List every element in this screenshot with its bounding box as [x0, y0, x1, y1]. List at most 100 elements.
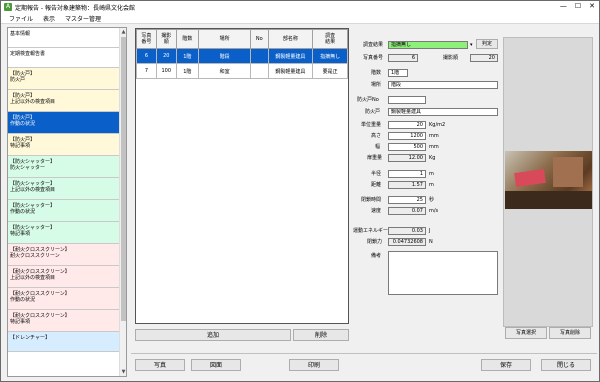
- table-cell: 和室: [198, 63, 252, 79]
- sidebar-item-label: 上記以外の検査項目: [10, 99, 56, 105]
- chevron-down-icon[interactable]: ▾: [470, 41, 473, 49]
- drawing-button[interactable]: 図面: [191, 359, 241, 371]
- radius-unit: m: [429, 171, 434, 177]
- sidebar-item[interactable]: 基本情報: [8, 28, 120, 48]
- close-time-field[interactable]: 25: [388, 196, 426, 204]
- unit-weight-unit: Kg/m2: [429, 122, 446, 128]
- sidebar-item-label: 【ドレンチャー】: [10, 335, 50, 341]
- distance-field: 1.57: [388, 181, 426, 189]
- sidebar-item[interactable]: 【防火戸】 上記以外の検査項目: [8, 90, 120, 112]
- floor-field[interactable]: 1階: [388, 69, 408, 77]
- close-force-field: 0.04732608: [388, 238, 426, 246]
- place-label: 場所: [371, 82, 382, 88]
- column-header[interactable]: 階数: [175, 29, 200, 49]
- table-cell: 100: [155, 63, 177, 79]
- column-header[interactable]: No: [250, 29, 269, 49]
- unit-weight-field[interactable]: 20: [388, 121, 426, 129]
- height-field[interactable]: 1200: [388, 132, 426, 140]
- photo-no-label: 写真番号: [363, 55, 384, 61]
- sidebar-scrollbar[interactable]: ▲ ▼: [119, 28, 126, 376]
- table-row[interactable]: 6 20 1階 階段 鋼製軽量建具 指摘無し: [136, 48, 348, 64]
- title-bar: A 定期報告 - 報告対象建築物：長崎県文化会館 — ☐ ✕: [1, 1, 599, 13]
- shoot-order-label: 撮影順: [443, 55, 459, 61]
- sidebar-item-label: 作動の状況: [10, 297, 36, 303]
- close-time-label: 閉鎖時間: [361, 197, 382, 203]
- survey-result-select[interactable]: 指摘無し: [388, 41, 468, 49]
- save-button[interactable]: 保存: [481, 359, 531, 371]
- floor-label: 階数: [371, 70, 382, 76]
- table-cell: 階段: [198, 48, 252, 64]
- sidebar-item-label: 特記事項: [10, 143, 31, 149]
- kinetic-field: 0.03: [388, 227, 426, 235]
- table-row[interactable]: 7 100 1階 和室 鋼製軽量建具 要是正: [136, 63, 348, 79]
- width-unit: mm: [429, 144, 439, 150]
- add-button[interactable]: 追加: [135, 329, 291, 341]
- menu-view[interactable]: 表示: [43, 14, 55, 23]
- kinetic-label: 運動エネルギー: [353, 228, 389, 234]
- sidebar-item[interactable]: 【耐火クロススクリーン】 特記事項: [8, 310, 120, 332]
- shoot-order-field: 20: [470, 54, 498, 62]
- place-field[interactable]: 階段: [388, 81, 498, 89]
- column-header[interactable]: 撮影 順: [155, 29, 177, 49]
- judge-button[interactable]: 判定: [476, 39, 498, 49]
- window-title: 定期報告 - 報告対象建築物：長崎県文化会館: [15, 4, 135, 12]
- photo-select-button[interactable]: 写真選択: [505, 327, 547, 339]
- column-header[interactable]: 写真 番号: [136, 29, 157, 49]
- remarks-textarea[interactable]: [388, 251, 498, 295]
- table-cell: 20: [155, 48, 177, 64]
- sidebar-item[interactable]: 【防火戸】 特記事項: [8, 134, 120, 156]
- door-weight-unit: Kg: [429, 155, 436, 161]
- sidebar-item-label: 特記事項: [10, 319, 31, 325]
- radius-field[interactable]: 1: [388, 170, 426, 178]
- menu-master[interactable]: マスター管理: [65, 14, 101, 23]
- close-form-button[interactable]: 閉じる: [541, 359, 591, 371]
- scroll-thumb[interactable]: [121, 37, 126, 321]
- sidebar-item[interactable]: 【耐火クロススクリーン】 耐火クロススクリーン: [8, 244, 120, 266]
- column-header[interactable]: 調査 結果: [312, 29, 348, 49]
- table-cell: 1階: [175, 48, 200, 64]
- table-cell: 7: [136, 63, 157, 79]
- inspection-grid: 写真 番号 撮影 順階数 場所 No 部名称 調査 結果 6 20 1階 階段 鋼製軽量建具 指摘無…: [135, 28, 349, 324]
- sidebar-item[interactable]: 【耐火クロススクリーン】 作動の状況: [8, 288, 120, 310]
- close-force-unit: N: [429, 239, 433, 245]
- table-cell: [250, 63, 269, 79]
- table-cell: [250, 48, 269, 64]
- table-body: 6 20 1階 階段 鋼製軽量建具 指摘無し 7 100 1階 和室 鋼製軽量建具 要是正: [136, 48, 348, 79]
- photo-button[interactable]: 写真: [135, 359, 185, 371]
- print-button[interactable]: 印刷: [289, 359, 339, 371]
- sidebar: 基本情報 定期検査報告書 【防火戸】 防火戸 【防火戸】 上記以外の検査項目 【防火戸】 作動…: [7, 27, 127, 377]
- sidebar-item-label: 特記事項: [10, 231, 31, 237]
- unit-weight-label: 単位重量: [361, 122, 382, 128]
- photo-no-field: 6: [388, 54, 418, 62]
- scroll-down-icon[interactable]: ▼: [120, 368, 126, 376]
- sidebar-item[interactable]: 【防火戸】 防火戸: [8, 68, 120, 90]
- firedoor-label: 防火戸: [365, 109, 381, 115]
- menu-file[interactable]: ファイル: [9, 14, 33, 23]
- table-cell: 要是正: [312, 63, 348, 79]
- sidebar-item[interactable]: 【防火シャッター】 防火シャッター: [8, 156, 120, 178]
- scroll-up-icon[interactable]: ▲: [120, 28, 126, 36]
- column-header[interactable]: 場所: [198, 29, 252, 49]
- width-field[interactable]: 500: [388, 143, 426, 151]
- survey-result-label: 調査結果: [363, 42, 384, 48]
- close-button[interactable]: ✕: [589, 2, 595, 10]
- maximize-button[interactable]: ☐: [575, 2, 581, 10]
- speed-unit: m/s: [429, 208, 439, 214]
- sidebar-item[interactable]: 【ドレンチャー】: [8, 332, 120, 352]
- sidebar-item[interactable]: 【防火シャッター】 特記事項: [8, 222, 120, 244]
- app-icon: A: [4, 3, 12, 11]
- delete-button[interactable]: 削除: [293, 329, 349, 341]
- sidebar-item[interactable]: 定期検査報告書: [8, 48, 120, 68]
- sidebar-item[interactable]: 【防火戸】 作動の状況: [8, 112, 120, 134]
- sidebar-item-label: 防火シャッター: [10, 165, 46, 171]
- sidebar-item[interactable]: 【防火シャッター】 上記以外の検査項目: [8, 178, 120, 200]
- column-header[interactable]: 部名称: [267, 29, 314, 49]
- sidebar-item[interactable]: 【防火シャッター】 作動の状況: [8, 200, 120, 222]
- firedoor-no-field[interactable]: [388, 96, 426, 104]
- table-cell: 指摘無し: [312, 48, 348, 64]
- sidebar-item-label: 作動の状況: [10, 209, 36, 215]
- firedoor-field[interactable]: 鋼製軽量建具: [388, 108, 498, 116]
- sidebar-item[interactable]: 【耐火クロススクリーン】 上記以外の検査項目: [8, 266, 120, 288]
- minimize-button[interactable]: —: [560, 2, 567, 10]
- photo-delete-button[interactable]: 写真削除: [549, 327, 591, 339]
